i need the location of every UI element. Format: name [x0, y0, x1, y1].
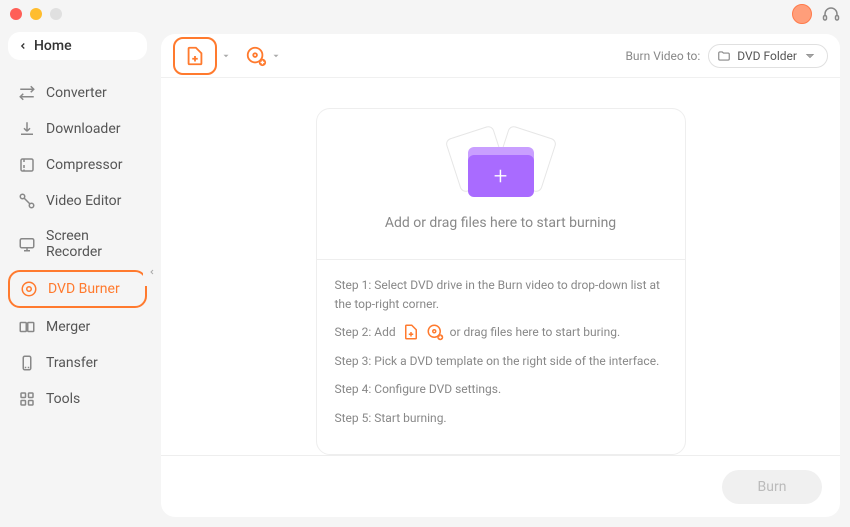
chevron-left-icon	[148, 268, 156, 276]
steps-panel: Step 1: Select DVD drive in the Burn vid…	[317, 260, 685, 455]
sidebar-item-downloader[interactable]: Downloader	[8, 112, 147, 146]
video-editor-icon	[18, 192, 36, 210]
support-icon[interactable]	[822, 5, 840, 23]
add-file-icon	[402, 323, 420, 341]
dvd-burner-icon	[20, 280, 38, 298]
burn-label: Burn	[758, 479, 787, 495]
folder-icon	[717, 49, 731, 63]
sidebar-item-dvd-burner[interactable]: DVD Burner	[8, 270, 147, 308]
burn-button[interactable]: Burn	[722, 470, 822, 504]
sidebar-item-label: Merger	[46, 319, 90, 335]
tools-icon	[18, 390, 36, 408]
sidebar-item-label: Compressor	[46, 157, 122, 173]
sidebar-item-label: DVD Burner	[48, 281, 120, 297]
transfer-icon	[18, 354, 36, 372]
step-2-prefix: Step 2: Add	[335, 323, 396, 342]
plus-icon: +	[494, 164, 508, 188]
converter-icon	[18, 84, 36, 102]
add-file-dropdown[interactable]	[221, 51, 231, 61]
content-area: + Add or drag files here to start burnin…	[161, 78, 840, 455]
downloader-icon	[18, 120, 36, 138]
sidebar-item-compressor[interactable]: Compressor	[8, 148, 147, 182]
add-file-icon	[184, 45, 206, 67]
sidebar-item-label: Converter	[46, 85, 107, 101]
toolbar: Burn Video to: DVD Folder	[161, 34, 840, 78]
screen-recorder-icon	[18, 235, 36, 253]
sidebar: Home Converter Downloader Compressor Vid…	[0, 28, 155, 527]
burn-to-select[interactable]: DVD Folder	[708, 44, 828, 68]
sidebar-item-merger[interactable]: Merger	[8, 310, 147, 344]
add-disc-button[interactable]	[245, 45, 267, 67]
add-disc-icon	[426, 323, 444, 341]
drop-card: + Add or drag files here to start burnin…	[316, 108, 686, 455]
add-file-button[interactable]	[173, 37, 217, 75]
chevron-down-icon	[803, 49, 817, 63]
merger-icon	[18, 318, 36, 336]
collapse-sidebar-button[interactable]	[143, 258, 161, 286]
sidebar-item-label: Video Editor	[46, 193, 121, 209]
drop-zone[interactable]: + Add or drag files here to start burnin…	[317, 109, 685, 260]
sidebar-item-screen-recorder[interactable]: Screen Recorder	[8, 220, 147, 268]
sidebar-item-label: Downloader	[46, 121, 121, 137]
sidebar-item-label: Tools	[46, 391, 80, 407]
add-disc-dropdown[interactable]	[271, 51, 281, 61]
close-window-button[interactable]	[10, 8, 22, 20]
step-2-suffix: or drag files here to start buring.	[450, 323, 621, 342]
titlebar	[0, 0, 850, 28]
chevron-left-icon	[18, 41, 28, 51]
sidebar-item-transfer[interactable]: Transfer	[8, 346, 147, 380]
main-panel: Burn Video to: DVD Folder + Add or drag …	[161, 34, 840, 517]
window-controls	[10, 8, 62, 20]
step-5: Step 5: Start burning.	[335, 409, 667, 428]
sidebar-item-converter[interactable]: Converter	[8, 76, 147, 110]
burn-to-value: DVD Folder	[737, 49, 797, 63]
step-1: Step 1: Select DVD drive in the Burn vid…	[335, 276, 667, 313]
home-label: Home	[34, 38, 72, 54]
sidebar-item-label: Screen Recorder	[46, 228, 137, 260]
sidebar-item-label: Transfer	[46, 355, 98, 371]
step-2: Step 2: Add or drag files here to start …	[335, 323, 667, 342]
burn-to-label: Burn Video to:	[625, 49, 700, 63]
home-button[interactable]: Home	[8, 32, 147, 60]
footer: Burn	[161, 455, 840, 517]
maximize-window-button[interactable]	[50, 8, 62, 20]
step-3: Step 3: Pick a DVD template on the right…	[335, 352, 667, 371]
folder-illustration: +	[446, 131, 556, 201]
compressor-icon	[18, 156, 36, 174]
minimize-window-button[interactable]	[30, 8, 42, 20]
step-4: Step 4: Configure DVD settings.	[335, 380, 667, 399]
sidebar-item-tools[interactable]: Tools	[8, 382, 147, 416]
add-disc-icon	[245, 45, 267, 67]
user-avatar[interactable]	[792, 4, 812, 24]
drop-caption: Add or drag files here to start burning	[385, 215, 616, 231]
sidebar-item-video-editor[interactable]: Video Editor	[8, 184, 147, 218]
